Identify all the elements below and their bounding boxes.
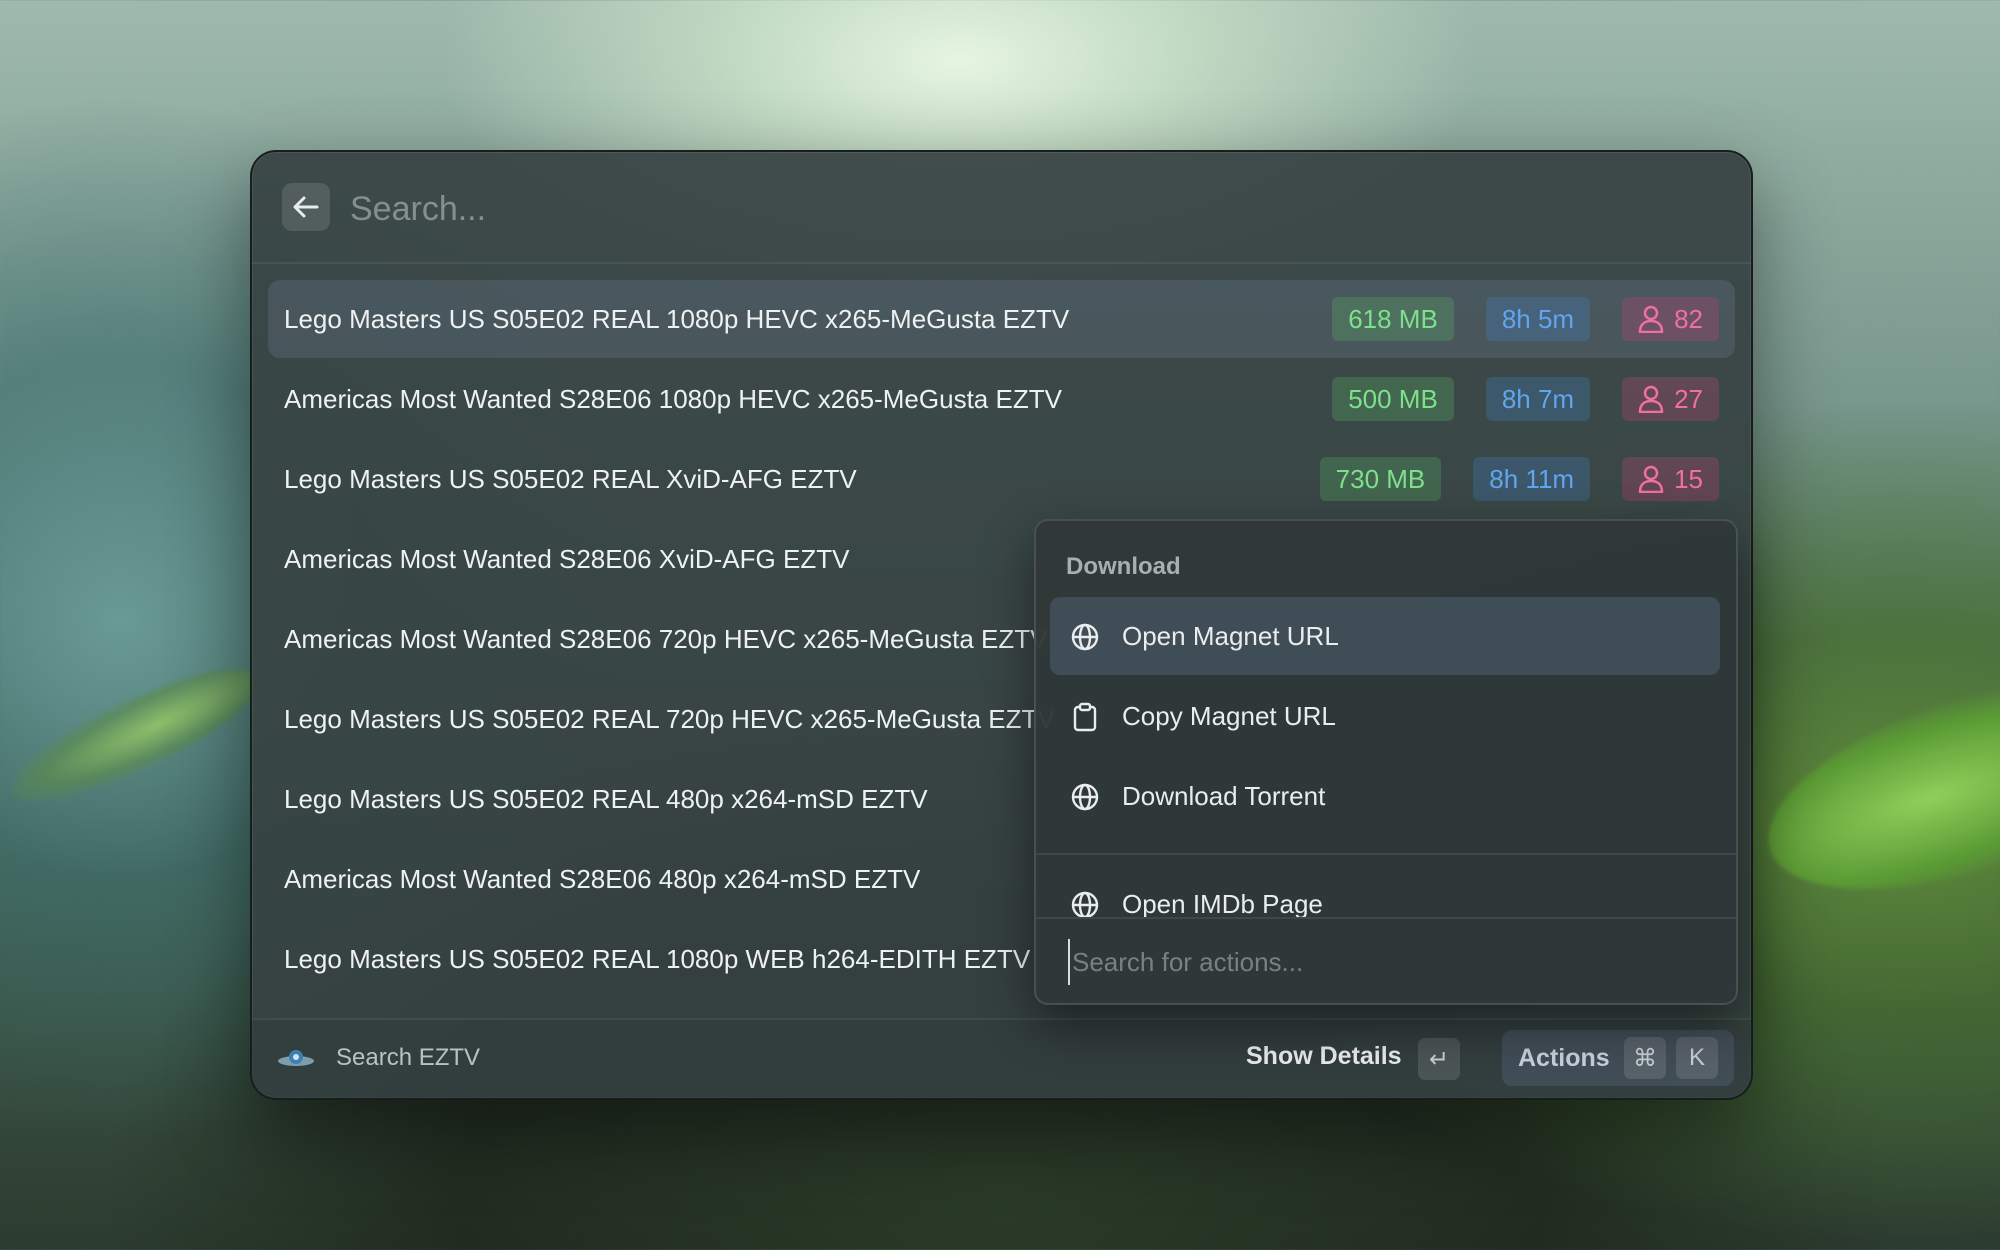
action-search-bar xyxy=(1036,917,1736,1003)
result-title: Lego Masters US S05E02 REAL 1080p HEVC x… xyxy=(284,303,1070,334)
arrow-left-icon xyxy=(293,196,319,218)
seeds-count: 15 xyxy=(1674,463,1703,494)
action-search-input[interactable] xyxy=(1068,939,1674,985)
age-tag: 8h 11m xyxy=(1473,457,1591,501)
seeds-tag: 15 xyxy=(1622,457,1719,501)
globe-icon xyxy=(1071,623,1099,651)
action-label: Open Magnet URL xyxy=(1122,620,1339,651)
result-title: Lego Masters US S05E02 REAL 720p HEVC x2… xyxy=(284,703,1055,734)
clipboard-icon xyxy=(1073,702,1097,732)
action-panel: Download Open Magnet URL Copy Magnet URL… xyxy=(1034,519,1738,1005)
result-tags: 618 MB 8h 5m 82 xyxy=(1332,297,1719,341)
actions-label: Actions xyxy=(1518,1044,1610,1072)
list-item[interactable]: Americas Most Wanted S28E06 1080p HEVC x… xyxy=(268,360,1735,438)
person-icon xyxy=(1638,385,1664,413)
globe-icon xyxy=(1071,783,1099,811)
copy-magnet-url-action[interactable]: Copy Magnet URL xyxy=(1050,677,1720,755)
scroll-clip: Open IMDb Page xyxy=(1036,855,1736,917)
action-label: Download Torrent xyxy=(1122,780,1326,811)
result-title: Americas Most Wanted S28E06 XviD-AFG EZT… xyxy=(284,543,850,574)
result-tags: 730 MB 8h 11m 15 xyxy=(1319,457,1719,501)
seeds-tag: 27 xyxy=(1622,377,1719,421)
k-key-hint: K xyxy=(1676,1037,1718,1079)
result-title: Lego Masters US S05E02 REAL 480p x264-mS… xyxy=(284,783,928,814)
actions-button[interactable]: Actions ⌘ K xyxy=(1502,1030,1734,1086)
download-torrent-action[interactable]: Download Torrent xyxy=(1050,757,1720,835)
eztv-logo-icon xyxy=(278,1050,314,1066)
seeds-count: 27 xyxy=(1674,383,1703,414)
enter-key-hint: ↵ xyxy=(1418,1038,1460,1080)
open-magnet-url-action[interactable]: Open Magnet URL xyxy=(1050,597,1720,675)
action-label: Open IMDb Page xyxy=(1122,888,1323,918)
show-details-button[interactable]: Show Details xyxy=(1246,1042,1402,1071)
result-title: Americas Most Wanted S28E06 720p HEVC x2… xyxy=(284,623,1048,654)
result-title: Lego Masters US S05E02 REAL 1080p WEB h2… xyxy=(284,943,1031,974)
person-icon xyxy=(1638,305,1664,333)
result-tags: 500 MB 8h 7m 27 xyxy=(1332,377,1719,421)
background-leaf xyxy=(1744,639,2000,931)
seeds-count: 82 xyxy=(1674,303,1703,334)
seeds-tag: 82 xyxy=(1622,297,1719,341)
extension-name: Search EZTV xyxy=(336,1044,481,1071)
person-icon xyxy=(1638,465,1664,493)
cmd-key-hint: ⌘ xyxy=(1624,1037,1666,1079)
globe-icon xyxy=(1071,891,1099,917)
list-item[interactable]: Lego Masters US S05E02 REAL 1080p HEVC x… xyxy=(268,280,1735,358)
result-title: Americas Most Wanted S28E06 1080p HEVC x… xyxy=(284,383,1062,414)
result-title: Lego Masters US S05E02 REAL XviD-AFG EZT… xyxy=(284,463,857,494)
size-tag: 618 MB xyxy=(1332,297,1454,341)
action-label: Copy Magnet URL xyxy=(1122,700,1336,731)
section-title: Download xyxy=(1066,553,1181,580)
open-imdb-page-action[interactable]: Open IMDb Page xyxy=(1050,865,1720,917)
action-bar: Search EZTV Show Details ↵ Actions ⌘ K xyxy=(252,1018,1751,1098)
size-tag: 500 MB xyxy=(1332,377,1454,421)
search-bar xyxy=(252,152,1751,264)
age-tag: 8h 5m xyxy=(1485,297,1591,341)
list-item[interactable]: Lego Masters US S05E02 REAL XviD-AFG EZT… xyxy=(268,440,1735,518)
result-title: Americas Most Wanted S28E06 480p x264-mS… xyxy=(284,863,921,894)
age-tag: 8h 7m xyxy=(1485,377,1591,421)
search-input[interactable] xyxy=(348,180,1252,238)
background-stem xyxy=(0,646,273,824)
size-tag: 730 MB xyxy=(1319,457,1442,501)
back-button[interactable] xyxy=(282,183,330,231)
